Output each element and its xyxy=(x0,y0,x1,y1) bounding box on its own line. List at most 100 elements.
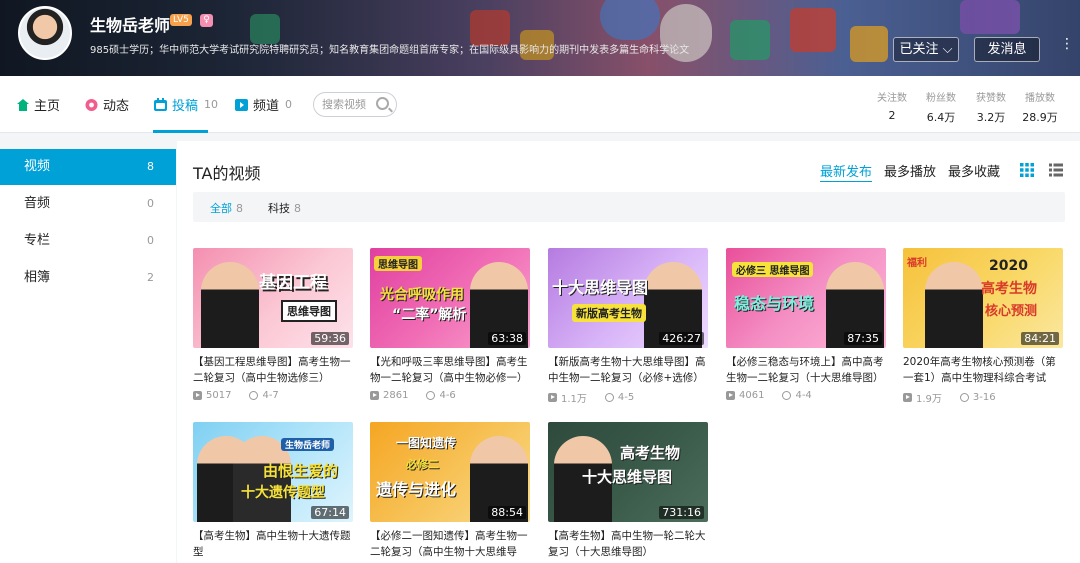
sidebar-item-count: 0 xyxy=(147,197,154,210)
video-meta: 1.9万 3-16 xyxy=(903,390,1063,405)
sidebar-item-video[interactable]: 视频 8 xyxy=(0,149,176,185)
play-count-icon xyxy=(548,393,557,402)
play-count: 2861 xyxy=(383,390,409,401)
sidebar-item-audio[interactable]: 音频 0 xyxy=(0,186,176,222)
clock-icon xyxy=(782,391,792,400)
video-list-panel: TA的视频 最新发布 最多播放 最多收藏 全部 8 科技 8 基因工程 思维导图 5… xyxy=(177,141,1080,563)
sidebar-item-label: 音频 xyxy=(24,196,51,211)
video-title[interactable]: 【新版高考生物十大思维导图】高中生物一二轮复习（必修+选修） xyxy=(548,354,708,386)
upload-date: 4-6 xyxy=(439,390,456,401)
channel-icon xyxy=(235,98,248,111)
play-count: 1.1万 xyxy=(561,394,587,405)
follow-button[interactable]: 已关注 ⌵ xyxy=(893,37,959,62)
play-count-icon xyxy=(726,391,735,400)
thumb-text: 光合呼吸作用 xyxy=(380,287,464,303)
video-thumbnail[interactable]: 高考生物 十大思维导图 731:16 xyxy=(548,422,708,522)
video-duration: 67:14 xyxy=(311,506,349,519)
chevron-down-icon: ⌵ xyxy=(942,42,953,57)
profile-banner: 生物岳老师 LV5 ♀ 985硕士学历；华中师范大学考试研究院特聘研究员；知名教… xyxy=(0,0,1080,76)
tab-channels-label: 频道 xyxy=(253,99,280,114)
thumb-text: 一图知遗传 xyxy=(396,436,457,450)
gender-icon: ♀ xyxy=(200,14,213,27)
video-thumbnail[interactable]: 十大思维导图 新版高考生物 426:27 xyxy=(548,248,708,348)
sort-most-favorited[interactable]: 最多收藏 xyxy=(948,161,1000,180)
video-card[interactable]: 思维导图 光合呼吸作用 “二率”解析 63:38 【光和呼吸三率思维导图】高考生… xyxy=(370,248,530,401)
filter-tech[interactable]: 科技 8 xyxy=(268,200,301,216)
video-meta: 5017 4-7 xyxy=(193,390,353,401)
video-duration: 59:36 xyxy=(311,332,349,345)
tab-channels[interactable]: 频道 0 xyxy=(234,95,292,114)
clock-icon xyxy=(959,393,969,402)
tab-uploads[interactable]: 投稿 10 xyxy=(153,95,218,114)
more-icon[interactable]: ⋮ xyxy=(1060,37,1074,62)
stat-followers[interactable]: 粉丝数 6.4万 xyxy=(916,89,966,125)
search-input[interactable]: 搜索视频 xyxy=(313,92,397,117)
profile-navbar: 主页 动态 投稿 10 频道 0 搜索视频 关注数 2 粉丝数 6.4万 获赞数… xyxy=(0,76,1080,133)
stat-value: 2 xyxy=(888,109,896,122)
video-title[interactable]: 【基因工程思维导图】高考生物一二轮复习（高中生物选修三） xyxy=(193,354,353,386)
video-card[interactable]: 一图知遗传 必修二 遗传与进化 88:54 【必修二一图知遗传】高考生物一二轮复… xyxy=(370,422,530,560)
video-card[interactable]: 基因工程 思维导图 59:36 【基因工程思维导图】高考生物一二轮复习（高中生物… xyxy=(193,248,353,401)
tab-channels-count: 0 xyxy=(285,98,293,111)
content-sidebar: 视频 8 音频 0 专栏 0 相簿 2 xyxy=(0,149,176,563)
video-card[interactable]: 必修三 思维导图 稳态与环境 87:35 【必修三稳态与环境上】高中高考生物一二… xyxy=(726,248,886,401)
video-card[interactable]: 生物岳老师 由恨生爱的 十大遗传题型 67:14 【高考生物】高中生物十大遗传题… xyxy=(193,422,353,560)
sidebar-item-label: 视频 xyxy=(24,159,51,174)
search-icon[interactable] xyxy=(376,97,389,110)
home-icon xyxy=(17,98,29,111)
video-meta: 2861 4-6 xyxy=(370,390,530,401)
filter-label: 科技 xyxy=(268,202,290,215)
sidebar-item-article[interactable]: 专栏 0 xyxy=(0,223,176,259)
video-duration: 87:35 xyxy=(844,332,882,345)
thumb-text: 新版高考生物 xyxy=(572,304,646,322)
video-duration: 63:38 xyxy=(488,332,526,345)
sort-latest[interactable]: 最新发布 xyxy=(820,161,873,182)
play-count-icon xyxy=(193,391,202,400)
tab-dynamic[interactable]: 动态 xyxy=(84,95,129,114)
thumb-text: 福利 xyxy=(907,258,927,269)
sort-most-played[interactable]: 最多播放 xyxy=(884,161,936,180)
video-duration: 84:21 xyxy=(1021,332,1059,345)
filter-count: 8 xyxy=(236,202,243,215)
video-title[interactable]: 【高考生物】高中生物一轮二轮大复习（十大思维导图） xyxy=(548,528,708,560)
list-view-icon[interactable] xyxy=(1049,163,1063,177)
video-thumbnail[interactable]: 生物岳老师 由恨生爱的 十大遗传题型 67:14 xyxy=(193,422,353,522)
video-thumbnail[interactable]: 基因工程 思维导图 59:36 xyxy=(193,248,353,348)
filter-all[interactable]: 全部 8 xyxy=(210,200,243,216)
stat-likes: 获赞数 3.2万 xyxy=(966,89,1016,125)
level-badge: LV5 xyxy=(170,14,192,26)
video-card[interactable]: 高考生物 十大思维导图 731:16 【高考生物】高中生物一轮二轮大复习（十大思… xyxy=(548,422,708,560)
thumb-text: 遗传与进化 xyxy=(376,480,457,499)
video-thumbnail[interactable]: 一图知遗传 必修二 遗传与进化 88:54 xyxy=(370,422,530,522)
play-count-icon xyxy=(370,391,379,400)
video-title[interactable]: 【必修二一图知遗传】高考生物一二轮复习（高中生物十大思维导 xyxy=(370,528,530,560)
video-title[interactable]: 【高考生物】高中生物十大遗传题型 xyxy=(193,528,353,560)
sidebar-item-album[interactable]: 相簿 2 xyxy=(0,260,176,296)
grid-view-icon[interactable] xyxy=(1020,163,1034,177)
tab-home[interactable]: 主页 xyxy=(16,95,60,114)
video-title[interactable]: 【必修三稳态与环境上】高中高考生物一二轮复习（十大思维导图） xyxy=(726,354,886,386)
video-meta: 1.1万 4-5 xyxy=(548,390,708,405)
video-thumbnail[interactable]: 必修三 思维导图 稳态与环境 87:35 xyxy=(726,248,886,348)
stat-label: 粉丝数 xyxy=(926,93,956,104)
sidebar-item-count: 8 xyxy=(147,160,154,173)
tab-home-label: 主页 xyxy=(34,99,61,114)
video-title[interactable]: 【光和呼吸三率思维导图】高考生物一二轮复习（高中生物必修一） xyxy=(370,354,530,386)
thumb-text: 思维导图 xyxy=(374,256,422,271)
thumb-text: 稳态与环境 xyxy=(734,294,815,313)
stat-following[interactable]: 关注数 2 xyxy=(867,89,917,122)
video-thumbnail[interactable]: 思维导图 光合呼吸作用 “二率”解析 63:38 xyxy=(370,248,530,348)
thumb-text: “二率”解析 xyxy=(392,307,467,323)
video-card[interactable]: 福利 2020 高考生物 核心预测 84:21 2020年高考生物核心预测卷（第… xyxy=(903,248,1063,405)
thumb-text: 生物岳老师 xyxy=(281,438,335,451)
video-card[interactable]: 十大思维导图 新版高考生物 426:27 【新版高考生物十大思维导图】高中生物一… xyxy=(548,248,708,405)
avatar[interactable] xyxy=(18,6,72,60)
video-thumbnail[interactable]: 福利 2020 高考生物 核心预测 84:21 xyxy=(903,248,1063,348)
stat-label: 获赞数 xyxy=(976,93,1006,104)
message-button[interactable]: 发消息 xyxy=(974,37,1040,62)
video-meta: 4061 4-4 xyxy=(726,390,886,401)
thumb-text: 由恨生爱的 xyxy=(263,462,339,480)
video-title[interactable]: 2020年高考生物核心预测卷（第一套1）高中生物理科综合考试 xyxy=(903,354,1063,386)
play-count: 5017 xyxy=(206,390,232,401)
play-count: 4061 xyxy=(739,390,765,401)
